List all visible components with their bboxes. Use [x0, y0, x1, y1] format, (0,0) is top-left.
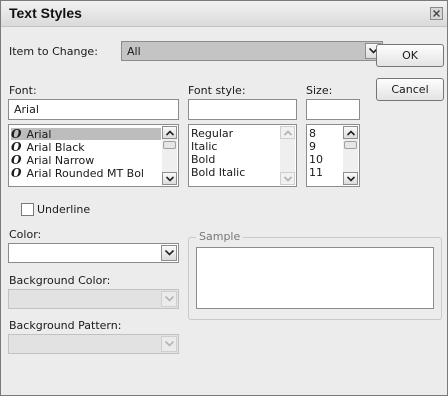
font-label: Font:	[9, 84, 37, 97]
font-list-scrollbar[interactable]	[162, 126, 177, 185]
scroll-down-button[interactable]	[162, 172, 177, 185]
close-button[interactable]	[430, 7, 443, 20]
scroll-up-button[interactable]	[162, 126, 177, 139]
size-list-scrollbar[interactable]	[343, 126, 358, 185]
font-style-list-item[interactable]: Bold Italic	[191, 167, 245, 179]
chevron-down-icon	[165, 341, 174, 347]
font-input[interactable]: Arial	[8, 99, 179, 120]
font-list-item[interactable]: O Arial Rounded MT Bol	[11, 166, 144, 180]
underline-checkbox[interactable]	[21, 203, 34, 216]
cancel-button[interactable]: Cancel	[376, 78, 444, 101]
chevron-down-icon	[166, 176, 174, 182]
size-label: Size:	[306, 84, 333, 97]
close-icon	[433, 10, 440, 17]
color-dropdown-button[interactable]	[161, 245, 177, 261]
font-type-icon: O	[11, 153, 22, 167]
background-color-dropdown-button[interactable]	[161, 291, 177, 307]
chevron-down-icon	[165, 296, 174, 302]
font-style-label: Font style:	[188, 84, 246, 97]
font-type-icon: O	[11, 166, 22, 180]
background-pattern-dropdown-button[interactable]	[161, 336, 177, 352]
chevron-down-icon	[165, 250, 174, 256]
item-to-change-label: Item to Change:	[9, 45, 98, 58]
font-list[interactable]: O Arial O Arial Black O Arial Narrow O A…	[8, 124, 179, 187]
background-color-select[interactable]	[8, 289, 179, 309]
font-style-list-scrollbar[interactable]	[280, 126, 295, 185]
color-select[interactable]	[8, 243, 179, 263]
scroll-thumb[interactable]	[344, 141, 357, 149]
size-list[interactable]: 8 9 10 11	[306, 124, 360, 187]
size-list-item[interactable]: 9	[309, 141, 316, 153]
text-styles-dialog: Text Styles Item to Change: All OK Cance…	[0, 0, 448, 396]
background-pattern-select[interactable]	[8, 334, 179, 354]
font-input-value: Arial	[14, 103, 39, 116]
font-list-item[interactable]: O Arial	[11, 127, 161, 141]
scroll-up-button[interactable]	[343, 126, 358, 139]
color-label: Color:	[9, 228, 42, 241]
font-style-list[interactable]: Regular Italic Bold Bold Italic	[188, 124, 297, 187]
font-list-item[interactable]: O Arial Black	[11, 140, 85, 154]
font-style-input[interactable]	[188, 99, 297, 120]
scroll-down-button[interactable]	[280, 172, 295, 185]
sample-group: Sample	[188, 230, 442, 320]
title-bar: Text Styles	[1, 1, 447, 27]
font-type-icon: O	[11, 127, 22, 141]
chevron-down-icon	[347, 176, 355, 182]
ok-button[interactable]: OK	[376, 44, 444, 67]
sample-preview	[196, 247, 434, 309]
chevron-up-icon	[284, 130, 292, 136]
scroll-up-button[interactable]	[280, 126, 295, 139]
chevron-up-icon	[166, 130, 174, 136]
item-to-change-select[interactable]: All	[121, 41, 383, 61]
dialog-title: Text Styles	[9, 5, 82, 21]
scroll-down-button[interactable]	[343, 172, 358, 185]
sample-label: Sample	[196, 230, 244, 243]
background-pattern-label: Background Pattern:	[9, 319, 122, 332]
size-input[interactable]	[306, 99, 360, 120]
scroll-thumb[interactable]	[163, 141, 176, 149]
font-list-item[interactable]: O Arial Narrow	[11, 153, 94, 167]
item-to-change-value: All	[127, 45, 141, 58]
font-style-list-item[interactable]: Bold	[191, 154, 215, 166]
chevron-down-icon	[284, 176, 292, 182]
chevron-up-icon	[347, 130, 355, 136]
size-list-item[interactable]: 10	[309, 154, 323, 166]
background-color-label: Background Color:	[9, 274, 111, 287]
font-type-icon: O	[11, 140, 22, 154]
font-style-list-item[interactable]: Regular	[191, 128, 233, 140]
size-list-item[interactable]: 11	[309, 167, 323, 179]
underline-label: Underline	[37, 203, 91, 216]
size-list-item[interactable]: 8	[309, 128, 316, 140]
font-style-list-item[interactable]: Italic	[191, 141, 217, 153]
